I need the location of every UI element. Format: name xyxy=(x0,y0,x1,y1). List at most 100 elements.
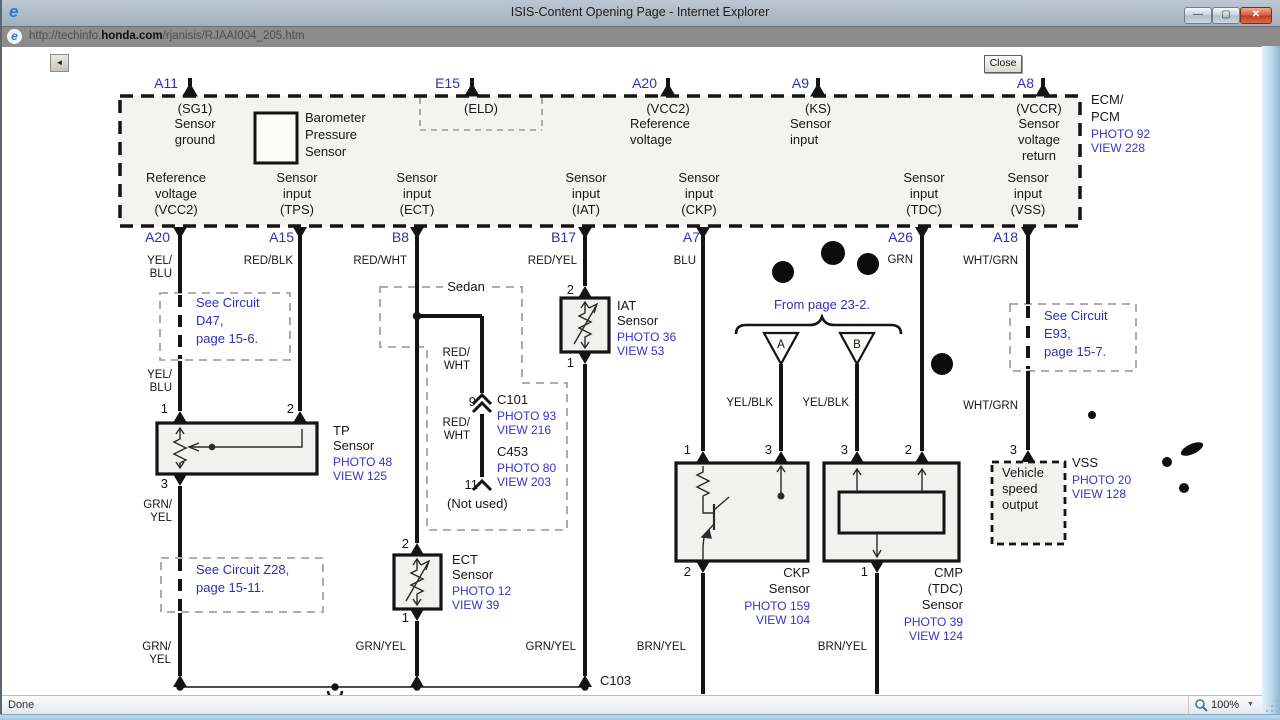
note-e93-2[interactable]: E93, xyxy=(1044,326,1071,342)
pin-id-b17[interactable]: B17 xyxy=(551,229,576,246)
wire-label: GRN/YEL xyxy=(525,641,577,653)
tp-photo-link[interactable]: PHOTO 48 xyxy=(333,455,392,469)
ink-blobs xyxy=(772,241,1204,493)
b8-branch-junction xyxy=(412,311,422,321)
ecm-label-ks: (KS) xyxy=(805,101,831,116)
pin-id-a26[interactable]: A26 xyxy=(888,229,913,246)
cmp-view-link[interactable]: VIEW 124 xyxy=(909,629,963,643)
c101-photo-link[interactable]: PHOTO 93 xyxy=(497,409,556,423)
pin-id-a18[interactable]: A18 xyxy=(993,229,1018,246)
note-e93-1[interactable]: See Circuit xyxy=(1044,308,1108,324)
wire-label: YEL/ xyxy=(147,369,172,381)
c101-view-link[interactable]: VIEW 216 xyxy=(497,423,551,437)
ecm-col-tdc-3: (TDC) xyxy=(906,202,942,217)
wire-label: GRN/ xyxy=(142,641,171,653)
ecm-view-link[interactable]: VIEW 228 xyxy=(1091,141,1145,155)
ecm-label-ks-2: input xyxy=(790,132,819,147)
window-right-border xyxy=(1262,46,1280,714)
ground-bus xyxy=(176,683,589,695)
note-d47-1[interactable]: See Circuit xyxy=(196,295,260,311)
note-d47-2[interactable]: D47, xyxy=(196,313,223,329)
wire-label: BLU xyxy=(149,382,172,394)
c101-name: C101 xyxy=(497,392,529,407)
baro-label-1: Barometer xyxy=(305,110,366,125)
ecm-col-iat-2: input xyxy=(571,186,601,201)
from-page-note[interactable]: From page 23-2. xyxy=(774,297,870,313)
ecm-col-ckp-1: Sensor xyxy=(678,170,720,185)
c103-name: C103 xyxy=(600,673,632,688)
cmp-sensor-name-1: CMP xyxy=(934,565,963,580)
c453-name: C453 xyxy=(497,444,529,459)
pin-num-c101-9: 9 xyxy=(468,394,476,409)
wire-label: WHT xyxy=(443,360,470,372)
ckp-view-link[interactable]: VIEW 104 xyxy=(756,613,810,627)
sensor-boxes xyxy=(155,296,1067,611)
ect-view-link[interactable]: VIEW 39 xyxy=(452,598,499,612)
tp-view-link[interactable]: VIEW 125 xyxy=(333,469,387,483)
ecm-col-vss-3: (VSS) xyxy=(1010,202,1046,217)
ecm-col-tps-3: (TPS) xyxy=(280,202,314,217)
ecm-top-pins xyxy=(182,78,1051,97)
ecm-label-vccr-2: voltage xyxy=(1018,132,1060,147)
pin-id-a11[interactable]: A11 xyxy=(154,75,178,92)
from-page-group xyxy=(734,313,903,367)
wire-label: RED/BLK xyxy=(243,255,293,267)
ect-photo-link[interactable]: PHOTO 12 xyxy=(452,584,511,598)
cmp-photo-link[interactable]: PHOTO 39 xyxy=(904,615,963,629)
wire-label: RED/YEL xyxy=(527,255,577,267)
note-d47-3[interactable]: page 15-6. xyxy=(196,331,258,347)
baro-label-2: Pressure xyxy=(305,127,358,142)
c453-view-link[interactable]: VIEW 203 xyxy=(497,475,551,489)
iat-photo-link[interactable]: PHOTO 36 xyxy=(617,330,676,344)
pin-num-vss-3: 3 xyxy=(1009,442,1017,457)
pin-id-a20-top[interactable]: A20 xyxy=(632,75,657,92)
pin-num-c453-11: 11 xyxy=(464,477,479,492)
pin-id-a15[interactable]: A15 xyxy=(269,229,294,246)
vss-photo-link[interactable]: PHOTO 20 xyxy=(1072,473,1131,487)
pin-id-a7[interactable]: A7 xyxy=(683,229,700,246)
pin-num-iat-2: 2 xyxy=(566,282,574,297)
ecm-name-2: PCM xyxy=(1091,109,1120,124)
wire-label: BLU xyxy=(149,268,172,280)
iat-sensor-name-1: IAT xyxy=(617,298,637,313)
wire-label: GRN/YEL xyxy=(355,641,407,653)
wire-label: RED/ xyxy=(442,347,470,359)
note-z28-1[interactable]: See Circuit Z28, xyxy=(196,562,289,578)
sedan-label: Sedan xyxy=(443,279,489,295)
cmp-sensor-name-2: (TDC) xyxy=(927,581,963,596)
iat-view-link[interactable]: VIEW 53 xyxy=(617,344,664,358)
pin-id-a20[interactable]: A20 xyxy=(145,229,170,246)
ecm-col-tdc-1: Sensor xyxy=(903,170,945,185)
ecm-label-sg1: (SG1) xyxy=(177,101,213,116)
zoom-control[interactable]: 100% ▼ xyxy=(1188,696,1263,715)
iat-sensor-name-2: Sensor xyxy=(617,313,659,328)
triangle-b-letter: B xyxy=(853,339,861,351)
note-z28-2[interactable]: page 15-11. xyxy=(196,580,264,596)
ecm-col-tdc-2: input xyxy=(909,186,939,201)
wire-label: YEL xyxy=(149,654,171,666)
note-e93-3[interactable]: page 15-7. xyxy=(1044,344,1106,360)
magnifier-icon xyxy=(1195,699,1208,712)
resize-grip[interactable] xyxy=(1266,700,1278,712)
ect-sensor-name-1: ECT xyxy=(452,552,478,567)
pin-id-b8[interactable]: B8 xyxy=(392,229,409,246)
wire-label: RED/ xyxy=(442,417,470,429)
pin-id-a8[interactable]: A8 xyxy=(1017,75,1034,92)
wire-label: BRN/YEL xyxy=(817,641,867,653)
pin-id-a9[interactable]: A9 xyxy=(792,75,809,92)
zoom-caret-icon[interactable]: ▼ xyxy=(1247,701,1254,708)
wire-label: GRN xyxy=(887,254,913,266)
ckp-photo-link[interactable]: PHOTO 159 xyxy=(744,599,810,613)
wire-label: WHT/GRN xyxy=(963,255,1018,267)
pin-num-tp-1: 1 xyxy=(160,401,168,416)
c453-photo-link[interactable]: PHOTO 80 xyxy=(497,461,556,475)
ecm-label-eld: (ELD) xyxy=(464,101,498,116)
cmp-sensor-name-3: Sensor xyxy=(921,597,963,612)
wire-label: YEL/BLK xyxy=(726,397,773,409)
pin-num-cmp-3: 3 xyxy=(840,442,848,457)
ecm-label-vccr: (VCCR) xyxy=(1016,101,1062,116)
pin-id-e15[interactable]: E15 xyxy=(435,75,460,92)
vss-view-link[interactable]: VIEW 128 xyxy=(1072,487,1126,501)
pin-num-ckp-2: 2 xyxy=(683,564,691,579)
ecm-photo-link[interactable]: PHOTO 92 xyxy=(1091,127,1150,141)
